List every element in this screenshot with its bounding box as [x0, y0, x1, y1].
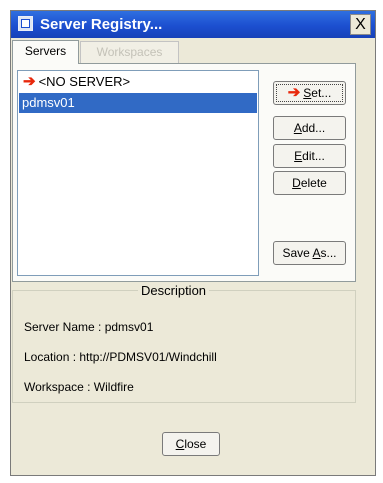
close-label: lose: [184, 437, 207, 451]
right-arrow-icon: ➔: [287, 84, 301, 101]
save-as-label-pre: Save: [282, 246, 313, 260]
location-text: Location : http://PDMSV01/Windchill: [24, 350, 217, 364]
server-name-text: Server Name : pdmsv01: [24, 320, 154, 334]
list-item-label: pdmsv01: [22, 95, 75, 110]
tab-servers[interactable]: Servers: [12, 40, 79, 64]
set-button[interactable]: ➔ Set...: [273, 81, 346, 105]
delete-accel: D: [292, 176, 301, 190]
edit-accel: E: [294, 149, 303, 163]
save-as-label-post: s...: [320, 246, 337, 260]
close-button[interactable]: Close: [162, 432, 220, 456]
close-window-button[interactable]: X: [350, 14, 371, 35]
list-item-no-server[interactable]: ➔ <NO SERVER>: [19, 72, 257, 92]
list-item-pdmsv01[interactable]: pdmsv01: [19, 93, 257, 113]
server-list[interactable]: ➔ <NO SERVER> pdmsv01: [17, 70, 259, 276]
set-label: et...: [311, 86, 332, 100]
list-item-label: <NO SERVER>: [38, 74, 131, 89]
title-bar[interactable]: Server Registry... X: [11, 11, 375, 38]
edit-label: dit...: [302, 149, 325, 163]
add-label: dd...: [301, 121, 326, 135]
description-legend: Description: [138, 283, 210, 298]
edit-button[interactable]: Edit...: [273, 144, 346, 168]
save-as-accel: A: [312, 246, 321, 260]
delete-button[interactable]: Delete: [273, 171, 346, 195]
workspace-text: Workspace : Wildfire: [24, 380, 134, 394]
save-as-button[interactable]: Save As...: [273, 241, 346, 265]
right-arrow-icon: ➔: [23, 73, 36, 90]
add-button[interactable]: Add...: [273, 116, 346, 140]
window-title: Server Registry...: [40, 16, 163, 33]
delete-label: elete: [300, 176, 327, 190]
app-window-icon: [18, 16, 33, 31]
add-accel: A: [293, 121, 302, 135]
tab-workspaces[interactable]: Workspaces: [80, 41, 179, 63]
